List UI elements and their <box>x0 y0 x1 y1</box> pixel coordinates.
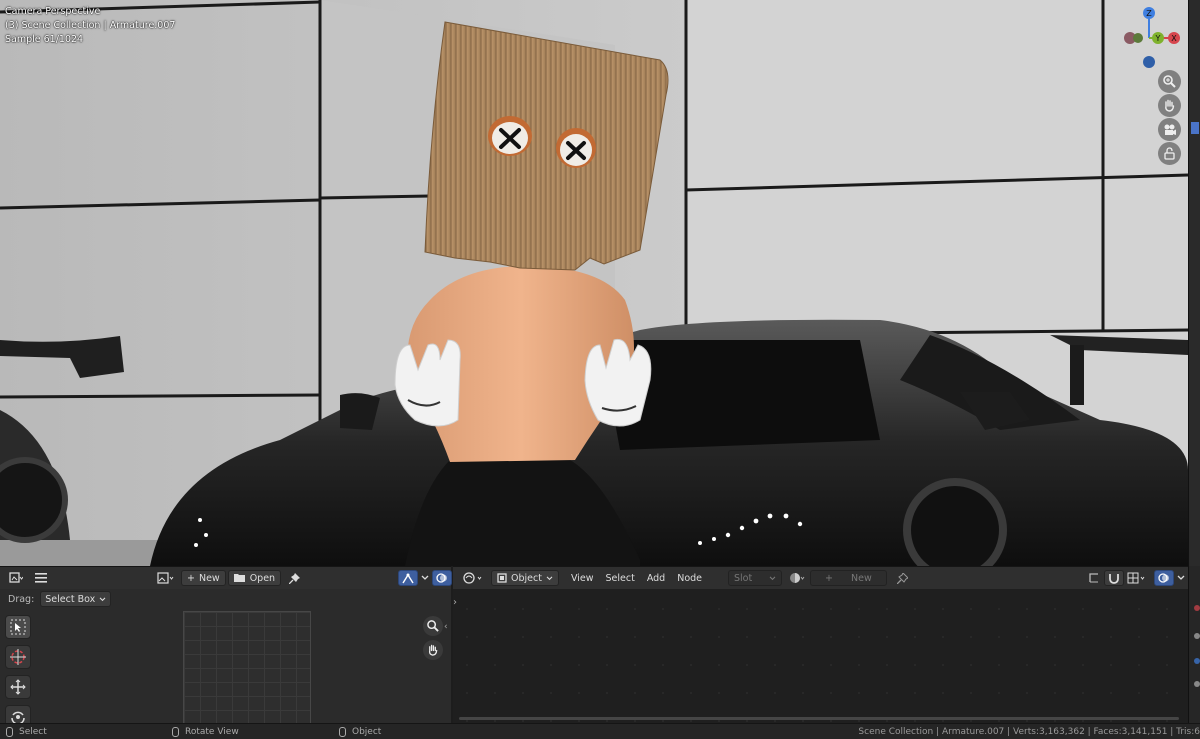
scene-statistics: Scene Collection | Armature.007 | Verts:… <box>858 726 1200 737</box>
magnet-icon <box>1109 574 1119 584</box>
uv-grid[interactable] <box>183 611 311 724</box>
render-preview-image <box>0 0 1188 566</box>
overlay-icon <box>436 573 448 583</box>
horizontal-scrollbar[interactable] <box>459 717 1179 720</box>
editor-type-dropdown[interactable] <box>457 570 491 586</box>
menu-view[interactable]: View <box>565 573 600 584</box>
gizmo-y-label: Y <box>1155 34 1161 43</box>
hand-pan-icon[interactable] <box>1158 94 1181 117</box>
shader-editor-icon <box>463 572 482 584</box>
chevron-down-icon <box>99 596 106 601</box>
mouse-left-icon <box>6 726 13 737</box>
slot-dropdown[interactable]: Slot <box>728 570 782 586</box>
grid-snap-icon <box>1127 572 1145 584</box>
chevron-right-icon[interactable]: › <box>453 597 457 608</box>
editor-type-dropdown[interactable] <box>3 570 29 586</box>
gizmo-z-label: Z <box>1146 9 1152 18</box>
collection-label: (3) Scene Collection | Armature.007 <box>5 20 176 31</box>
pin-icon[interactable] <box>283 570 306 586</box>
3d-viewport[interactable]: Camera Perspective (3) Scene Collection … <box>0 0 1188 566</box>
chevron-down-icon <box>546 575 553 580</box>
zoom-icon[interactable] <box>1158 70 1181 93</box>
status-bar: Select Rotate View Object Scene Collecti… <box>0 723 1200 739</box>
menu-select[interactable]: Select <box>600 573 641 584</box>
chevron-left-icon[interactable]: ‹ <box>444 622 448 632</box>
menu-add[interactable]: Add <box>641 573 671 584</box>
status-select-hint: Select <box>6 726 47 737</box>
chevron-down-icon[interactable] <box>418 570 432 586</box>
uv-sync-icon <box>402 573 414 584</box>
hand-pan-icon[interactable] <box>423 640 443 660</box>
uv-sync-toggle[interactable] <box>398 570 419 586</box>
node-sidebar-strip[interactable] <box>1188 566 1200 723</box>
render-sample-count: Sample 61/1024 <box>5 34 84 45</box>
zoom-icon[interactable] <box>423 616 443 636</box>
shader-editor-header: Object View Select Add Node Slot + New <box>453 567 1188 589</box>
overlay-icon <box>1158 573 1169 583</box>
plus-icon: + <box>187 572 195 584</box>
sidebar-collapsed-strip[interactable] <box>1188 0 1200 566</box>
overlay-toggle[interactable] <box>1154 570 1174 586</box>
status-select-label: Select <box>19 726 47 737</box>
status-object-label: Object <box>352 726 382 737</box>
mouse-middle-icon <box>172 726 179 737</box>
cursor-icon[interactable] <box>5 645 31 669</box>
uv-editor-icon <box>9 572 23 583</box>
material-browse-dropdown[interactable] <box>786 570 810 586</box>
snapping-toggle[interactable] <box>1104 570 1124 586</box>
select-mode-label: Select Box <box>45 593 96 605</box>
shader-type-dropdown[interactable]: Object <box>491 570 559 586</box>
new-image-label: New <box>198 572 220 584</box>
plus-icon: + <box>825 572 834 584</box>
folder-icon <box>233 574 245 582</box>
menu-node[interactable]: Node <box>671 573 708 584</box>
drag-option-row: Drag: Select Box <box>8 591 112 607</box>
image-editor[interactable]: + New Open Drag: Select Box ‹ <box>0 566 463 729</box>
shader-type-label: Object <box>511 572 542 584</box>
toolbar <box>5 615 33 735</box>
mouse-right-icon <box>339 726 346 737</box>
menu-toggle-icon[interactable] <box>29 570 53 586</box>
status-rotate-label: Rotate View <box>185 726 239 737</box>
new-image-button[interactable]: + New <box>181 570 226 586</box>
status-object-hint: Object <box>339 726 382 737</box>
lock-icon[interactable] <box>1158 142 1181 165</box>
snap-target-dropdown[interactable] <box>1124 570 1150 586</box>
viewport-overlay-text: Camera Perspective (3) Scene Collection … <box>5 5 175 47</box>
gizmo-x-label: X <box>1171 34 1177 43</box>
select-box-icon[interactable] <box>5 615 31 639</box>
chevron-down-icon[interactable] <box>1174 570 1188 586</box>
image-browse-dropdown[interactable] <box>151 570 181 586</box>
open-image-button[interactable]: Open <box>227 570 282 586</box>
move-icon[interactable] <box>5 675 31 699</box>
drag-label: Drag: <box>8 593 35 605</box>
navigation-gizmo[interactable]: Z Y X <box>1114 4 1186 70</box>
camera-mode-label: Camera Perspective <box>5 6 101 17</box>
pin-icon[interactable] <box>891 570 914 586</box>
open-image-label: Open <box>249 572 276 584</box>
new-material-button[interactable]: + New <box>809 570 887 586</box>
shader-editor[interactable]: Object View Select Add Node Slot + New › <box>453 566 1188 723</box>
material-sphere-icon <box>789 573 805 583</box>
new-material-label: New <box>851 572 872 584</box>
object-icon <box>497 573 507 583</box>
select-mode-dropdown[interactable]: Select Box <box>40 591 112 607</box>
image-icon <box>157 572 174 584</box>
image-editor-header: + New Open <box>0 567 463 589</box>
chevron-down-icon <box>769 575 776 580</box>
overlay-toggle[interactable] <box>432 570 453 586</box>
status-rotate-hint: Rotate View <box>172 726 239 737</box>
camera-icon[interactable] <box>1158 118 1181 141</box>
sidebar-tab[interactable] <box>1191 122 1199 134</box>
parent-node-tree-icon[interactable] <box>1084 570 1104 586</box>
slot-label: Slot <box>734 572 753 584</box>
